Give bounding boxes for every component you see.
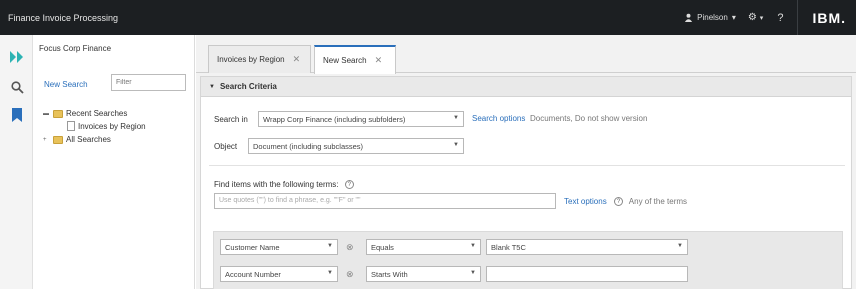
info-icon: ? bbox=[614, 197, 623, 207]
tab-label: Invoices by Region bbox=[217, 55, 285, 64]
gear-icon: ⚙ bbox=[747, 12, 757, 23]
tab-label: New Search bbox=[323, 56, 367, 65]
new-search-link[interactable]: New Search bbox=[44, 80, 88, 89]
help-icon[interactable]: ? bbox=[777, 12, 783, 24]
document-icon bbox=[67, 121, 75, 131]
find-items-label: Find items with the following terms: ? bbox=[214, 180, 354, 190]
selected-value: Customer Name bbox=[225, 243, 280, 252]
selected-value: Wrapp Corp Finance (including subfolders… bbox=[263, 115, 406, 124]
object-label: Object bbox=[214, 142, 238, 151]
collapse-arrow-icon: ▼ bbox=[209, 83, 215, 90]
search-criteria-header[interactable]: ▼ Search Criteria bbox=[201, 77, 851, 97]
repository-title: Focus Corp Finance bbox=[39, 44, 112, 53]
operator-select[interactable]: Starts With ▼ bbox=[366, 266, 481, 282]
bookmark-icon[interactable] bbox=[9, 107, 25, 123]
selected-value: Account Number bbox=[225, 270, 281, 279]
selected-value: Starts With bbox=[371, 270, 408, 279]
filter-input[interactable] bbox=[111, 74, 186, 91]
property-select[interactable]: Customer Name ▼ bbox=[220, 239, 338, 255]
folder-icon bbox=[53, 109, 63, 118]
settings-menu[interactable]: ⚙ ▾ bbox=[748, 12, 763, 23]
tab-bar: Invoices by Region ✕ New Search ✕ bbox=[196, 35, 856, 74]
divider bbox=[797, 0, 799, 35]
remove-row-icon[interactable]: ⊗ bbox=[346, 242, 354, 253]
chevron-down-icon: ▼ bbox=[327, 243, 333, 249]
top-bar: Finance Invoice Processing Pinelson ▾ ⚙ … bbox=[0, 0, 856, 35]
folder-icon bbox=[53, 135, 63, 144]
help-icon[interactable]: ? bbox=[344, 180, 354, 190]
user-menu[interactable]: Pinelson ▾ bbox=[684, 13, 736, 22]
any-terms-option[interactable]: ? Any of the terms bbox=[614, 197, 688, 207]
tab-new-search[interactable]: New Search ✕ bbox=[314, 45, 396, 74]
tree-item-invoices-by-region[interactable]: Invoices by Region bbox=[67, 121, 146, 131]
operator-select[interactable]: Equals ▼ bbox=[366, 239, 481, 255]
collapse-icon[interactable]: ▬ bbox=[43, 111, 50, 117]
selected-value: Blank T5C bbox=[491, 243, 526, 252]
selected-value: Equals bbox=[371, 243, 394, 252]
value-select[interactable]: Blank T5C ▼ bbox=[486, 239, 688, 255]
tab-invoices-by-region[interactable]: Invoices by Region ✕ bbox=[208, 45, 311, 73]
search-in-select[interactable]: Wrapp Corp Finance (including subfolders… bbox=[258, 111, 464, 127]
main-area: Invoices by Region ✕ New Search ✕ ▼ Sear… bbox=[196, 35, 856, 289]
top-bar-actions: Pinelson ▾ ⚙ ▾ ? IBM. bbox=[684, 0, 856, 35]
object-select[interactable]: Document (including subclasses) ▼ bbox=[248, 138, 464, 154]
chevron-down-icon: ▼ bbox=[453, 115, 459, 121]
divider bbox=[209, 165, 845, 166]
selected-value: Document (including subclasses) bbox=[253, 142, 364, 151]
close-icon[interactable]: ✕ bbox=[375, 55, 383, 66]
icon-rail bbox=[0, 35, 33, 289]
repository-panel: Focus Corp Finance New Search ▬ Recent S… bbox=[33, 35, 195, 289]
any-terms-label: Any of the terms bbox=[628, 197, 688, 206]
expand-icon[interactable]: + bbox=[43, 137, 50, 143]
user-icon bbox=[685, 13, 693, 22]
property-select[interactable]: Account Number ▼ bbox=[220, 266, 338, 282]
app-title: Finance Invoice Processing bbox=[8, 13, 119, 23]
chevron-down-icon: ▼ bbox=[453, 142, 459, 148]
search-terms-input[interactable]: Use quotes ("") to find a phrase, e.g. "… bbox=[214, 193, 556, 209]
tree-item-label: Recent Searches bbox=[66, 109, 128, 118]
expand-icon[interactable] bbox=[9, 49, 25, 65]
chevron-down-icon: ▾ bbox=[759, 14, 764, 22]
text-options-link[interactable]: Text options bbox=[564, 197, 607, 206]
tree-item-label: All Searches bbox=[66, 135, 111, 144]
section-title: Search Criteria bbox=[219, 82, 277, 91]
search-options-summary: Documents, Do not show version bbox=[530, 114, 648, 123]
search-options-link[interactable]: Search options bbox=[472, 114, 525, 123]
chevron-down-icon: ▾ bbox=[731, 13, 736, 22]
chevron-down-icon: ▼ bbox=[677, 243, 683, 249]
ibm-logo: IBM. bbox=[812, 9, 846, 26]
remove-row-icon[interactable]: ⊗ bbox=[346, 269, 354, 280]
tree-item-recent-searches[interactable]: ▬ Recent Searches bbox=[43, 109, 127, 118]
value-input[interactable] bbox=[486, 266, 688, 282]
close-icon[interactable]: ✕ bbox=[293, 54, 301, 65]
tree-item-all-searches[interactable]: + All Searches bbox=[43, 135, 111, 144]
chevron-down-icon: ▼ bbox=[470, 270, 476, 276]
find-items-text: Find items with the following terms: bbox=[214, 180, 339, 189]
search-icon[interactable] bbox=[9, 79, 25, 95]
chevron-down-icon: ▼ bbox=[327, 270, 333, 276]
search-in-label: Search in bbox=[214, 115, 248, 124]
property-criteria: Customer Name ▼ ⊗ Equals ▼ Blank T5C ▼ A… bbox=[213, 231, 843, 289]
search-panel: ▼ Search Criteria Search in Wrapp Corp F… bbox=[200, 76, 852, 289]
user-name: Pinelson bbox=[697, 13, 728, 22]
tree-item-label: Invoices by Region bbox=[78, 121, 146, 131]
chevron-down-icon: ▼ bbox=[470, 243, 476, 249]
